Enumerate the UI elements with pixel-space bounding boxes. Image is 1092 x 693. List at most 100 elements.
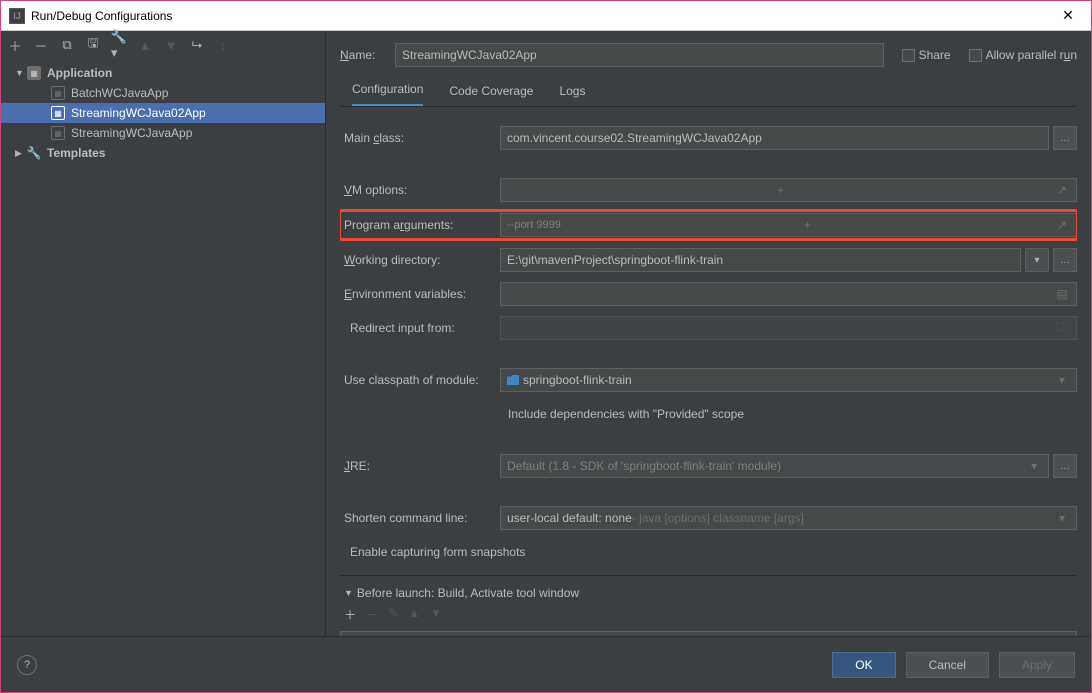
apply-button[interactable]: Apply <box>999 652 1075 678</box>
env-vars-input[interactable]: ▤ <box>500 282 1077 306</box>
module-icon <box>507 375 519 385</box>
browse-button[interactable]: … <box>1053 126 1077 150</box>
include-provided-label: Include dependencies with "Provided" sco… <box>508 407 744 421</box>
enable-snapshots-label: Enable capturing form snapshots <box>350 545 525 559</box>
env-vars-row: Environment variables: ▤ <box>340 281 1077 307</box>
field-value: --port 9999 <box>507 219 561 231</box>
classpath-module-label: Use classpath of module: <box>340 373 500 387</box>
add-icon[interactable]: ＋ <box>7 37 23 53</box>
down-icon[interactable]: ▼ <box>163 37 179 53</box>
checkbox-icon <box>969 49 982 62</box>
jre-select[interactable]: Default (1.8 - SDK of 'springboot-flink-… <box>500 454 1049 478</box>
up-icon[interactable]: ▲ <box>137 37 153 53</box>
java-app-icon: ▦ <box>51 126 65 140</box>
parallel-run-checkbox[interactable]: Allow parallel run <box>969 48 1077 62</box>
node-label: BatchWCJavaApp <box>71 86 168 100</box>
vm-options-row: VM options: + ↗ <box>340 177 1077 203</box>
expand-icon[interactable]: ↗ <box>1054 218 1070 232</box>
dialog-button-bar: ? OK Cancel Apply <box>1 636 1091 692</box>
config-form: Main class: com.vincent.course02.Streami… <box>340 107 1077 636</box>
vm-options-input[interactable]: + ↗ <box>500 178 1077 202</box>
folder-icon: 🗀 <box>1054 318 1070 339</box>
plus-icon[interactable]: + <box>799 218 815 232</box>
edit-icon[interactable]: ✎ <box>388 606 398 623</box>
field-hint: - java [options] classname [args] <box>632 511 804 525</box>
remove-icon[interactable]: － <box>366 606 378 623</box>
tree-node-application[interactable]: ▼ ▦ Application <box>1 63 325 83</box>
program-arguments-input[interactable]: --port 9999 + ↗ <box>500 213 1077 237</box>
before-launch-build-task[interactable]: 🔨 Build <box>340 631 1077 636</box>
working-directory-label: Working directory: <box>340 253 500 267</box>
jre-row: JRE: Default (1.8 - SDK of 'springboot-f… <box>340 453 1077 479</box>
shorten-command-label: Shorten command line: <box>340 511 500 525</box>
tree-item-streaming02[interactable]: ▦ StreamingWCJava02App <box>1 103 325 123</box>
node-label: Application <box>47 66 112 80</box>
tab-logs[interactable]: Logs <box>559 84 585 106</box>
browse-button[interactable]: … <box>1053 248 1077 272</box>
redirect-label: Redirect input from: <box>350 321 455 335</box>
main-class-input[interactable]: com.vincent.course02.StreamingWCJava02Ap… <box>500 126 1049 150</box>
before-launch-header[interactable]: ▼ Before launch: Build, Activate tool wi… <box>340 586 1077 600</box>
sidebar: ＋ － ⧉ 🖫 🔧▾ ▲ ▼ ⮡ ↕ ▼ ▦ Application ▦ Bat… <box>1 31 326 636</box>
window-close-button[interactable]: ✕ <box>1053 7 1083 24</box>
templates-icon: 🔧 <box>27 146 41 160</box>
name-input[interactable] <box>395 43 884 67</box>
ok-button[interactable]: OK <box>832 652 895 678</box>
remove-icon[interactable]: － <box>33 37 49 53</box>
redirect-input-field: 🗀 <box>500 316 1077 340</box>
config-tree: ▼ ▦ Application ▦ BatchWCJavaApp ▦ Strea… <box>1 59 325 636</box>
application-group-icon: ▦ <box>27 66 41 80</box>
share-checkbox[interactable]: Share <box>902 48 951 62</box>
redirect-input-row: Redirect input from: 🗀 <box>340 315 1077 341</box>
tab-coverage[interactable]: Code Coverage <box>449 84 533 106</box>
sort-icon[interactable]: ↕ <box>215 37 231 53</box>
classpath-module-select[interactable]: springboot-flink-train ▾ <box>500 368 1077 392</box>
expand-arrow-icon[interactable]: ▼ <box>15 68 25 78</box>
working-directory-input[interactable]: E:\git\mavenProject\springboot-flink-tra… <box>500 248 1021 272</box>
window-titlebar: IJ Run/Debug Configurations ✕ <box>1 1 1091 31</box>
tree-node-templates[interactable]: ▶ 🔧 Templates <box>1 143 325 163</box>
redirect-input-checkbox[interactable]: Redirect input from: <box>340 321 500 335</box>
wrench-icon[interactable]: 🔧▾ <box>111 37 127 53</box>
help-button[interactable]: ? <box>17 655 37 675</box>
expand-icon[interactable]: ↗ <box>1054 183 1070 197</box>
cancel-button[interactable]: Cancel <box>906 652 989 678</box>
collapse-arrow-icon[interactable]: ▶ <box>15 148 25 159</box>
main-class-label: Main class: <box>340 131 500 145</box>
list-icon[interactable]: ▤ <box>1054 287 1070 301</box>
enable-snapshots-checkbox[interactable]: Enable capturing form snapshots <box>340 539 1077 565</box>
add-icon[interactable]: ＋ <box>344 606 356 623</box>
node-label: StreamingWCJava02App <box>71 106 206 120</box>
before-launch-toolbar: ＋ － ✎ ▲ ▼ <box>340 600 1077 629</box>
config-toolbar: ＋ － ⧉ 🖫 🔧▾ ▲ ▼ ⮡ ↕ <box>1 31 325 59</box>
plus-icon[interactable]: + <box>773 183 789 197</box>
field-value: user-local default: none <box>507 511 632 525</box>
chevron-down-icon: ▾ <box>1054 511 1070 525</box>
parallel-label: Allow parallel run <box>986 48 1077 62</box>
before-launch-section: ▼ Before launch: Build, Activate tool wi… <box>340 575 1077 636</box>
down-icon[interactable]: ▼ <box>430 606 442 623</box>
up-icon[interactable]: ▲ <box>408 606 420 623</box>
chevron-down-icon: ▾ <box>1054 373 1070 387</box>
node-label: Templates <box>47 146 105 160</box>
tree-item-streaming[interactable]: ▦ StreamingWCJavaApp <box>1 123 325 143</box>
jre-label: JRE: <box>340 459 500 473</box>
shorten-command-select[interactable]: user-local default: none - java [options… <box>500 506 1077 530</box>
java-app-icon: ▦ <box>51 86 65 100</box>
name-row: Name: Share Allow parallel run <box>340 41 1077 69</box>
tree-item-batch[interactable]: ▦ BatchWCJavaApp <box>1 83 325 103</box>
folder-icon[interactable]: ⮡ <box>189 37 205 53</box>
name-label: Name: <box>340 48 395 62</box>
app-logo-icon: IJ <box>9 8 25 24</box>
expand-arrow-icon: ▼ <box>344 588 353 598</box>
java-app-icon: ▦ <box>51 106 65 120</box>
share-label: Share <box>919 48 951 62</box>
program-arguments-row: Program arguments: --port 9999 + ↗ <box>340 211 1077 239</box>
browse-button[interactable]: … <box>1053 454 1077 478</box>
tab-configuration[interactable]: Configuration <box>352 82 423 106</box>
dropdown-button[interactable]: ▾ <box>1025 248 1049 272</box>
save-icon[interactable]: 🖫 <box>85 37 101 53</box>
env-vars-label: Environment variables: <box>340 287 500 301</box>
copy-icon[interactable]: ⧉ <box>59 37 75 53</box>
include-provided-checkbox[interactable]: Include dependencies with "Provided" sco… <box>500 407 1077 421</box>
